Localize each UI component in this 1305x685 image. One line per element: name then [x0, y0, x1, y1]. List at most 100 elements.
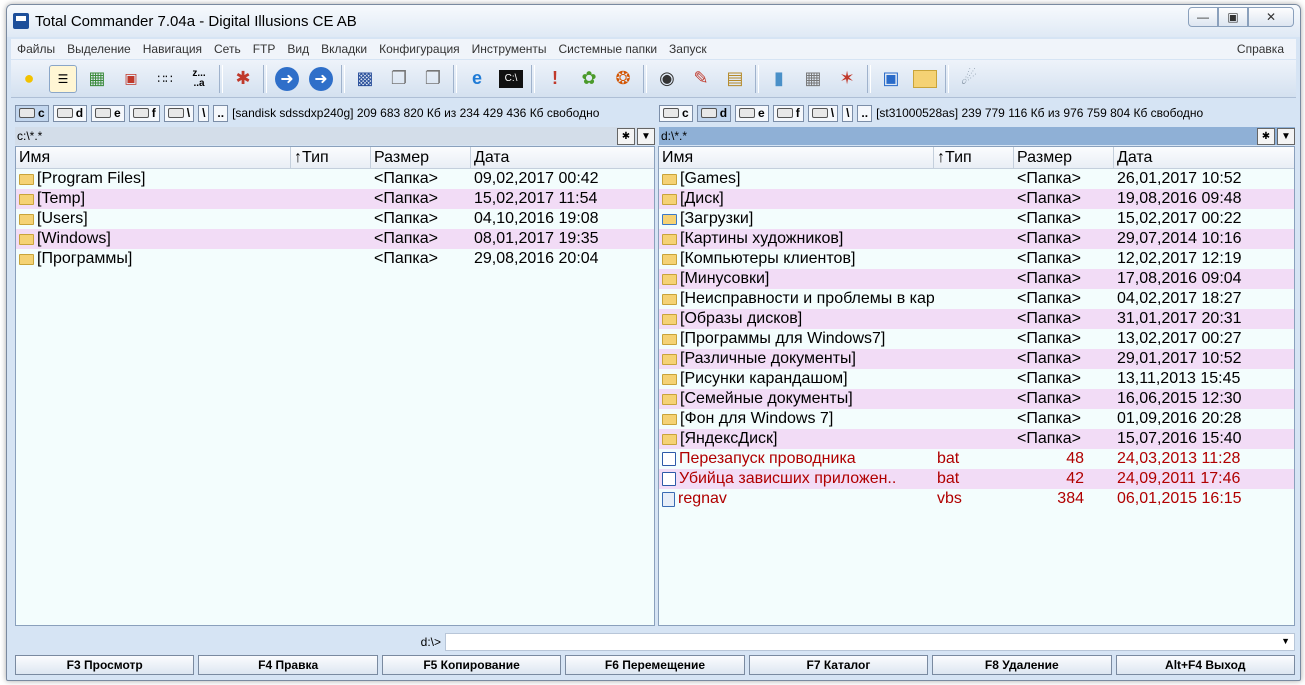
right-file-panel[interactable]: Имя ↑Тип Размер Дата [Games] <Папка> 26,01… [658, 146, 1295, 626]
move-icon[interactable]: ❐ [419, 65, 447, 93]
right-root-button[interactable]: \ [842, 104, 854, 122]
file-row[interactable]: [Минусовки] <Папка> 17,08,2016 09:04 [659, 269, 1294, 289]
notepad-icon[interactable]: ▮ [765, 65, 793, 93]
ftp-connect-icon[interactable]: ☄ [955, 65, 983, 93]
menu-files[interactable]: Файлы [11, 39, 61, 56]
file-row[interactable]: [Программы для Windows7] <Папка> 13,02,201… [659, 329, 1294, 349]
left-root-button[interactable]: \ [198, 104, 210, 122]
column-name-header[interactable]: Имя [16, 147, 291, 168]
forward-arrow-icon[interactable]: ➜ [307, 65, 335, 93]
select-icon[interactable]: ✱ [229, 65, 257, 93]
right-drive-f-button[interactable]: f [772, 104, 804, 122]
f8-delete-button[interactable]: F8 Удаление [932, 655, 1112, 675]
archive-icon[interactable]: ▩ [351, 65, 379, 93]
file-row[interactable]: [Семейные документы] <Папка> 16,06,2015 12… [659, 389, 1294, 409]
tree-view-icon[interactable]: ∷∷ [151, 65, 179, 93]
menu-help[interactable]: Справка [1231, 39, 1290, 56]
menu-tabs[interactable]: Вкладки [315, 39, 373, 56]
f3-view-button[interactable]: F3 Просмотр [15, 655, 195, 675]
menu-navigation[interactable]: Навигация [137, 39, 208, 56]
file-row[interactable]: Перезапуск проводника bat 48 24,03,2013 11:… [659, 449, 1294, 469]
file-row[interactable]: [Temp] <Папка> 15,02,2017 11:54 [16, 189, 654, 209]
browser-icon[interactable]: e [463, 65, 491, 93]
left-drive-e-button[interactable]: e [91, 104, 125, 122]
title-bar[interactable]: Total Commander 7.04a - Digital Illusion… [7, 5, 1300, 37]
column-size-header[interactable]: Размер [1014, 147, 1114, 168]
right-drive-c-button[interactable]: c [659, 104, 693, 122]
chevron-down-icon[interactable]: ▼ [1281, 636, 1290, 646]
right-parent-button[interactable]: .. [857, 104, 873, 122]
close-button[interactable]: ✕ [1248, 7, 1294, 27]
menu-tools[interactable]: Инструменты [466, 39, 553, 56]
column-name-header[interactable]: Имя [659, 147, 934, 168]
f4-edit-button[interactable]: F4 Правка [198, 655, 378, 675]
terminal-icon[interactable]: C:\ [497, 65, 525, 93]
left-favorites-button[interactable]: ✱ [617, 127, 635, 145]
thumbnails-icon[interactable]: ▦ [83, 65, 111, 93]
file-row[interactable]: [Картины художников] <Папка> 29,07,2014 10… [659, 229, 1294, 249]
leaf-icon[interactable]: ✿ [575, 65, 603, 93]
menu-system-folders[interactable]: Системные папки [553, 39, 664, 56]
menu-configuration[interactable]: Конфигурация [373, 39, 466, 56]
right-network-drive-button[interactable]: \ [807, 104, 839, 122]
sync-icon[interactable]: ▤ [721, 65, 749, 93]
maximize-button[interactable]: ▣ [1218, 7, 1248, 27]
f5-copy-button[interactable]: F5 Копирование [381, 655, 562, 675]
file-row[interactable]: [Неисправности и проблемы в карти..] <Пап… [659, 289, 1294, 309]
rename-tool-icon[interactable]: ✎ [687, 65, 715, 93]
file-row[interactable]: [Программы] <Папка> 29,08,2016 20:04 [16, 249, 654, 269]
lightbulb-icon[interactable]: ● [15, 65, 43, 93]
right-favorites-button[interactable]: ✱ [1257, 127, 1275, 145]
sort-icon[interactable]: z... ..a [185, 65, 213, 93]
right-drive-e-button[interactable]: e [735, 104, 769, 122]
file-row[interactable]: [Компьютеры клиентов] <Папка> 12,02,2017 1… [659, 249, 1294, 269]
f6-move-button[interactable]: F6 Перемещение [565, 655, 745, 675]
column-date-header[interactable]: Дата [471, 147, 654, 168]
file-row[interactable]: [Загрузки] <Папка> 15,02,2017 00:22 [659, 209, 1294, 229]
left-parent-button[interactable]: .. [213, 104, 229, 122]
left-drive-c-button[interactable]: c [15, 104, 49, 122]
paint-icon[interactable]: ❂ [609, 65, 637, 93]
right-history-button[interactable]: ▼ [1277, 127, 1295, 145]
file-row[interactable]: [Games] <Папка> 26,01,2017 10:52 [659, 169, 1294, 189]
brief-view-icon[interactable]: ☰ [49, 64, 77, 93]
column-date-header[interactable]: Дата [1114, 147, 1294, 168]
column-type-header[interactable]: ↑Тип [291, 147, 371, 168]
left-path-bar[interactable]: c:\*.* ✱ ▼ [15, 127, 655, 145]
file-row[interactable]: [Различные документы] <Папка> 29,01,2017 1… [659, 349, 1294, 369]
file-row[interactable]: Убийца зависших приложен.. bat 42 24,09,201… [659, 469, 1294, 489]
copy-icon[interactable]: ❐ [385, 65, 413, 93]
minimize-button[interactable]: — [1188, 7, 1218, 27]
network-icon[interactable]: ▣ [877, 65, 905, 93]
command-input[interactable]: ▼ [445, 633, 1295, 651]
file-row[interactable]: [Рисунки карандашом] <Папка> 13,11,2013 15… [659, 369, 1294, 389]
f7-mkdir-button[interactable]: F7 Каталог [748, 655, 929, 675]
menu-view[interactable]: Вид [281, 39, 315, 56]
back-arrow-icon[interactable]: ➜ [273, 65, 301, 93]
file-row[interactable]: [Windows] <Папка> 08,01,2017 19:35 [16, 229, 654, 249]
binoculars-icon[interactable]: ◉ [653, 65, 681, 93]
left-drive-f-button[interactable]: f [128, 104, 160, 122]
app-icon[interactable] [13, 13, 29, 29]
file-row[interactable]: [Диск] <Папка> 19,08,2016 09:48 [659, 189, 1294, 209]
quickview-icon[interactable]: ▣ [117, 65, 145, 93]
file-row[interactable]: [Program Files] <Папка> 09,02,2017 00:42 [16, 169, 654, 189]
left-file-panel[interactable]: Имя ↑Тип Размер Дата [Program Files] <Пап… [15, 146, 655, 626]
file-row[interactable]: [Фон для Windows 7] <Папка> 01,09,2016 20:… [659, 409, 1294, 429]
column-type-header[interactable]: ↑Тип [934, 147, 1014, 168]
file-row[interactable]: [Users] <Папка> 04,10,2016 19:08 [16, 209, 654, 229]
calculator-icon[interactable]: ▦ [799, 65, 827, 93]
left-drive-d-button[interactable]: d [52, 104, 88, 122]
right-path-bar[interactable]: d:\*.* ✱ ▼ [659, 127, 1295, 145]
right-drive-d-button[interactable]: d [696, 104, 732, 122]
settings-star-icon[interactable]: ✶ [833, 65, 861, 93]
menu-ftp[interactable]: FTP [247, 39, 282, 56]
file-row[interactable]: [ЯндексДиск] <Папка> 15,07,2016 15:40 [659, 429, 1294, 449]
left-network-drive-button[interactable]: \ [163, 104, 195, 122]
column-size-header[interactable]: Размер [371, 147, 471, 168]
file-row[interactable]: regnav vbs 384 06,01,2015 16:15 [659, 489, 1294, 509]
altf4-exit-button[interactable]: Alt+F4 Выход [1115, 655, 1295, 675]
left-history-button[interactable]: ▼ [637, 127, 655, 145]
folder-icon[interactable] [911, 65, 939, 93]
alert-icon[interactable]: ! [541, 65, 569, 93]
